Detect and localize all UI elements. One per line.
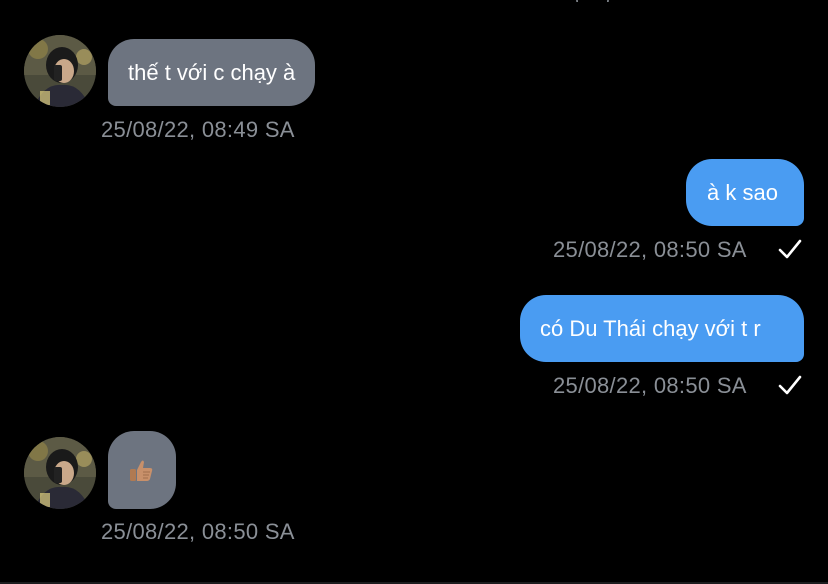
- message-bubble-outgoing[interactable]: à k sao: [686, 159, 804, 226]
- sent-check-icon: [778, 239, 802, 259]
- sent-check-icon: [778, 375, 802, 395]
- message-timestamp: 25/08/22, 08:50 SA: [553, 373, 747, 398]
- message-bubble-outgoing[interactable]: có Du Thái chạy với t r: [520, 295, 804, 362]
- message-bubble-incoming-emoji[interactable]: [108, 431, 176, 509]
- contact-avatar[interactable]: [24, 437, 96, 509]
- message-timestamp: 25/08/22, 08:50 SA: [101, 519, 295, 544]
- thumbs-up-icon: [130, 460, 153, 481]
- avatar-photo-icon: [24, 35, 96, 107]
- previous-message-fragment: ( , ): [575, 0, 665, 2]
- message-timestamp: 25/08/22, 08:49 SA: [101, 117, 295, 142]
- message-bubble-incoming[interactable]: thế t với c chạy à: [108, 39, 316, 106]
- message-text: à k sao: [707, 180, 778, 205]
- message-text: có Du Thái chạy với t r: [540, 316, 761, 341]
- message-timestamp: 25/08/22, 08:50 SA: [553, 237, 747, 262]
- message-text: thế t với c chạy à: [128, 60, 296, 85]
- avatar-photo-icon: [24, 437, 96, 509]
- contact-avatar[interactable]: [24, 35, 96, 107]
